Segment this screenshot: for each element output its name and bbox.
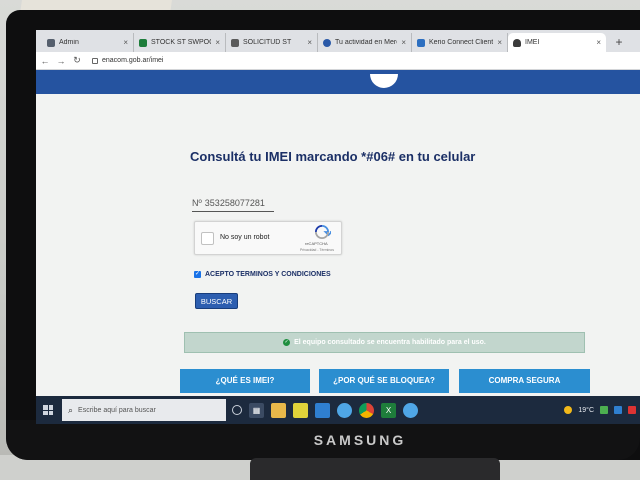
close-icon[interactable]: × bbox=[215, 38, 220, 47]
tab-solicitud[interactable]: SOLICITUD ST × bbox=[226, 33, 318, 52]
taskbar: ⌕ Escribe aquí para buscar ▦ X 19°C bbox=[36, 396, 640, 424]
tab-mercado[interactable]: Tu actividad en Merc × bbox=[318, 33, 412, 52]
why-blocked-button[interactable]: ¿POR QUÉ SE BLOQUEA? bbox=[319, 369, 449, 393]
recaptcha-links[interactable]: Privacidad - Términos bbox=[300, 248, 334, 252]
search-button[interactable]: BUSCAR bbox=[195, 293, 238, 309]
tray-app-icon-3[interactable] bbox=[628, 406, 636, 414]
tab-label: Tu actividad en Merc bbox=[335, 39, 398, 46]
recaptcha-checkbox[interactable] bbox=[201, 232, 214, 245]
check-circle-icon: ✓ bbox=[283, 339, 291, 346]
search-icon: ⌕ bbox=[68, 404, 74, 415]
recaptcha-widget: No soy un robot reCAPTCHA Privacidad - T… bbox=[194, 221, 342, 255]
edge-icon[interactable] bbox=[337, 402, 352, 418]
close-icon[interactable]: × bbox=[123, 38, 128, 47]
recaptcha-label: No soy un robot bbox=[220, 234, 270, 241]
imei-value: 353258077281 bbox=[204, 198, 265, 208]
windows-logo-icon bbox=[43, 405, 53, 415]
terms-checkbox[interactable]: ✓ bbox=[194, 271, 201, 278]
file-explorer-icon[interactable] bbox=[271, 402, 286, 418]
handshake-favicon-icon bbox=[323, 38, 331, 47]
recaptcha-logo-icon bbox=[315, 225, 331, 239]
close-icon[interactable]: × bbox=[307, 38, 312, 47]
excel-icon[interactable]: X bbox=[381, 402, 396, 418]
lock-icon bbox=[92, 57, 98, 64]
page-title: Consultá tu IMEI marcando *#06# en tu ce… bbox=[190, 149, 476, 164]
system-tray: 19°C bbox=[564, 396, 640, 424]
site-header-bar bbox=[36, 70, 640, 94]
imei-favicon-icon bbox=[513, 38, 521, 47]
tray-app-icon[interactable] bbox=[600, 406, 608, 414]
status-message: ✓ El equipo consultado se encuentra habi… bbox=[184, 332, 585, 353]
header-notch bbox=[370, 74, 398, 88]
recaptcha-brand: reCAPTCHA bbox=[305, 241, 328, 246]
edge-icon-2[interactable] bbox=[403, 402, 418, 418]
start-button[interactable] bbox=[36, 396, 60, 424]
sticky-notes-icon[interactable] bbox=[293, 402, 308, 418]
tab-kerio[interactable]: Kerio Connect Client × bbox=[412, 33, 508, 52]
new-tab-button[interactable]: + bbox=[610, 33, 628, 51]
imei-prefix: Nº bbox=[192, 198, 202, 208]
monitor-stand bbox=[250, 458, 500, 480]
task-view-icon[interactable] bbox=[232, 405, 242, 415]
tab-stock[interactable]: STOCK ST SWPOCENT × bbox=[134, 33, 226, 52]
close-icon[interactable]: × bbox=[596, 38, 601, 47]
document-favicon-icon bbox=[231, 38, 239, 47]
close-icon[interactable]: × bbox=[401, 38, 406, 47]
tab-label: Kerio Connect Client bbox=[429, 39, 494, 46]
search-placeholder: Escribe aquí para buscar bbox=[78, 406, 156, 414]
spreadsheet-favicon-icon bbox=[139, 38, 147, 47]
tab-label: Admin bbox=[59, 39, 79, 46]
temperature[interactable]: 19°C bbox=[578, 407, 594, 414]
back-arrow-icon[interactable]: ← bbox=[38, 56, 52, 66]
what-is-imei-button[interactable]: ¿QUÉ ES IMEI? bbox=[180, 369, 310, 393]
safe-purchase-button[interactable]: COMPRA SEGURA bbox=[459, 369, 590, 393]
tab-imei[interactable]: IMEI × bbox=[508, 33, 606, 52]
address-bar[interactable]: enacom.gob.ar/imei bbox=[92, 57, 163, 64]
monitor-brand: SAMSUNG bbox=[313, 432, 407, 448]
tab-label: IMEI bbox=[525, 39, 540, 46]
tab-admin[interactable]: Admin × bbox=[42, 33, 134, 52]
url-text: enacom.gob.ar/imei bbox=[102, 57, 164, 64]
page-content: Consultá tu IMEI marcando *#06# en tu ce… bbox=[36, 70, 640, 396]
chrome-icon[interactable] bbox=[359, 402, 374, 418]
reload-icon[interactable]: ↻ bbox=[70, 55, 84, 66]
screen: Admin × STOCK ST SWPOCENT × SOLICITUD ST… bbox=[36, 30, 640, 424]
terms-label[interactable]: ACEPTO TERMINOS Y CONDICIONES bbox=[205, 271, 331, 278]
taskbar-apps: ▦ X bbox=[232, 402, 418, 418]
mail-favicon-icon bbox=[417, 38, 425, 47]
tab-label: STOCK ST SWPOCENT bbox=[151, 39, 211, 46]
forward-arrow-icon[interactable]: → bbox=[54, 56, 68, 66]
admin-favicon-icon bbox=[47, 38, 55, 47]
terms-row: ✓ ACEPTO TERMINOS Y CONDICIONES bbox=[194, 271, 331, 278]
weather-sun-icon[interactable] bbox=[564, 406, 573, 414]
imei-input[interactable]: Nº 353258077281 bbox=[192, 198, 274, 212]
address-toolbar: ← → ↻ enacom.gob.ar/imei bbox=[36, 52, 640, 70]
app-icon[interactable] bbox=[315, 402, 330, 418]
tab-strip: Admin × STOCK ST SWPOCENT × SOLICITUD ST… bbox=[36, 30, 640, 52]
cortana-icon[interactable]: ▦ bbox=[249, 402, 264, 418]
close-icon[interactable]: × bbox=[497, 38, 502, 47]
tray-app-icon-2[interactable] bbox=[614, 406, 622, 414]
status-text: El equipo consultado se encuentra habili… bbox=[294, 339, 486, 346]
taskbar-search[interactable]: ⌕ Escribe aquí para buscar bbox=[62, 399, 226, 421]
tab-label: SOLICITUD ST bbox=[243, 39, 292, 46]
